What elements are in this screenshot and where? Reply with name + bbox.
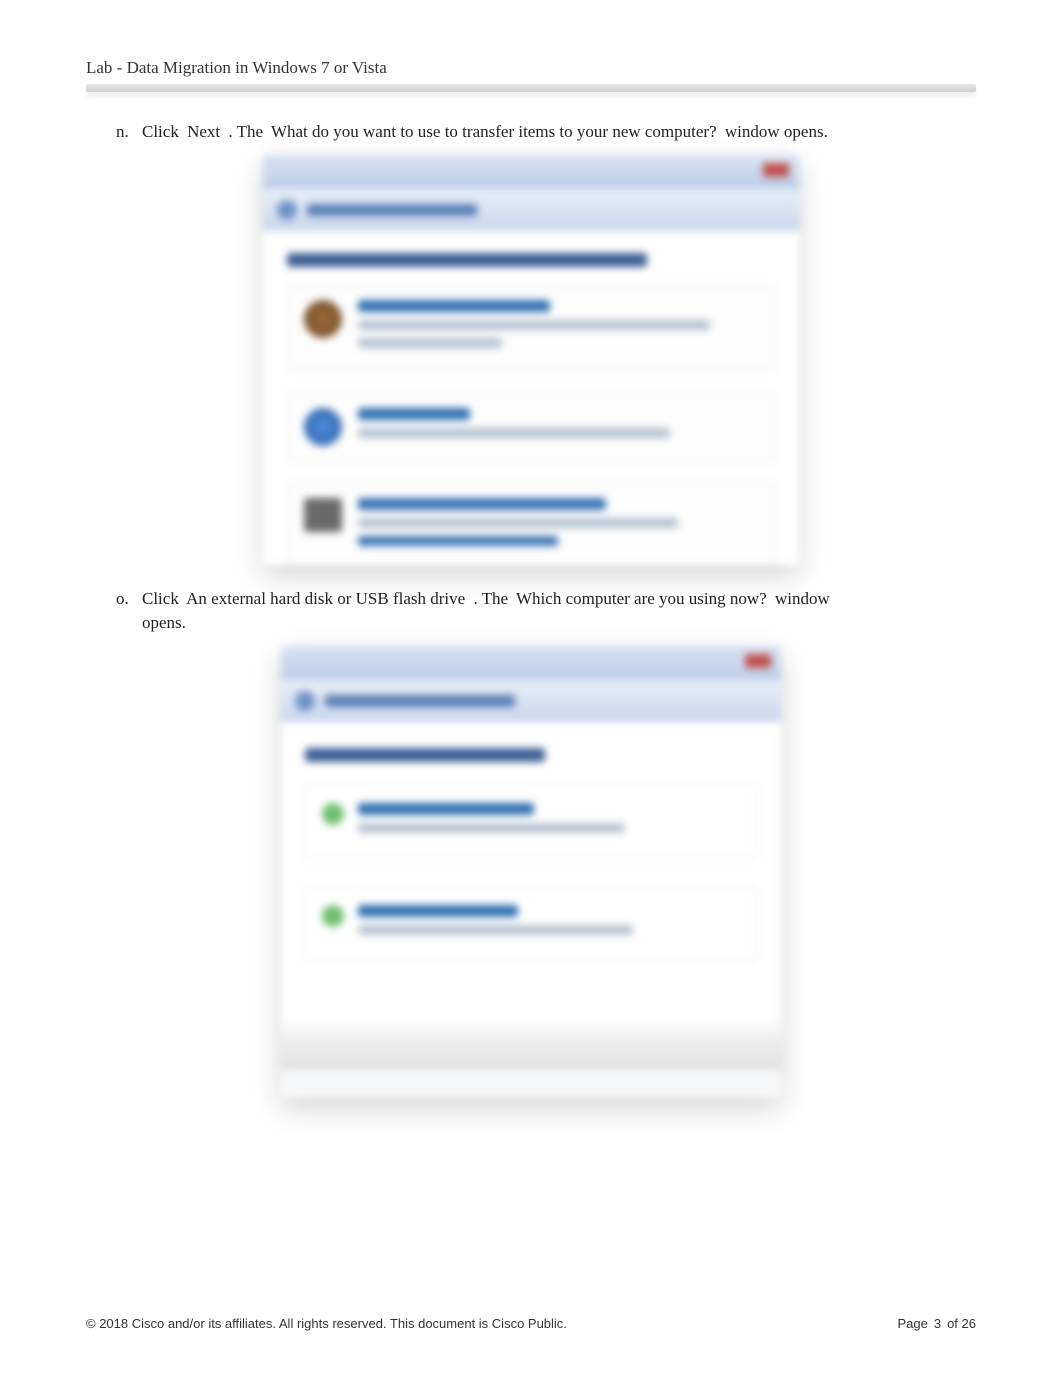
arrow-icon [322,905,344,927]
window-body [263,231,799,565]
window-name: Which computer are you using now? [516,589,771,608]
page-of: of 26 [947,1316,976,1331]
ui-label-next: Next [187,122,224,141]
back-icon [277,200,297,220]
title-divider [86,84,976,92]
option-text [358,803,740,841]
option-title-placeholder [358,408,470,420]
ui-label-external-drive: An external hard disk or USB flash drive [186,589,469,608]
option-title-placeholder [358,803,534,815]
window-titlebar [281,646,781,680]
option-text [358,905,740,943]
option-old-computer [305,886,757,962]
window-body [281,722,781,1022]
document-title: Lab - Data Migration in Windows 7 or Vis… [86,58,976,78]
option-desc-placeholder [358,518,678,528]
document-page: Lab - Data Migration in Windows 7 or Vis… [0,0,1062,1377]
step-marker: o. [116,587,142,636]
option-desc-placeholder [358,925,633,935]
option-desc-placeholder [358,536,558,546]
drive-icon [304,498,342,532]
arrow-icon [322,803,344,825]
step-o: o. Click An external hard disk or USB fl… [116,587,976,636]
back-icon [295,691,315,711]
page-footer: © 2018 Cisco and/or its affiliates. All … [86,1316,976,1331]
close-icon [745,654,771,668]
screenshot-2-container [86,646,976,1098]
question-heading-placeholder [305,748,545,762]
network-icon [304,408,342,446]
option-title-placeholder [358,905,518,917]
step-body: Click An external hard disk or USB flash… [142,587,976,636]
window-header [281,680,781,722]
option-text [358,300,758,356]
window-titlebar [263,155,799,189]
header-text-placeholder [325,695,515,707]
copyright-text: © 2018 Cisco and/or its affiliates. All … [86,1316,567,1331]
text: Click [142,589,183,608]
page-label: Page [897,1316,927,1331]
screenshot-transfer-method [263,155,799,565]
step-body: Click Next . The What do you want to use… [142,120,976,145]
option-desc-placeholder [358,823,625,833]
text: window [775,589,834,608]
option-title-placeholder [358,300,550,312]
option-network [287,393,775,461]
option-desc-placeholder [358,338,502,348]
option-text [358,408,758,446]
option-desc-placeholder [358,428,670,438]
question-heading-placeholder [287,253,647,267]
close-icon [763,163,789,177]
option-title-placeholder [358,498,606,510]
text: window opens. [725,122,832,141]
page-number: Page 3 of 26 [897,1316,976,1331]
window-footer [281,1034,781,1070]
screenshot-which-computer [281,646,781,1098]
step-marker: n. [116,120,142,145]
option-new-computer [305,784,757,860]
text: . The [228,122,267,141]
screenshot-1-container [86,155,976,565]
step-n: n. Click Next . The What do you want to … [116,120,976,145]
window-name: What do you want to use to transfer item… [271,122,721,141]
page-current: 3 [934,1316,941,1331]
text: Click [142,122,183,141]
option-text [358,498,758,554]
window-header [263,189,799,231]
text: opens. [142,613,190,632]
text: . The [473,589,512,608]
header-text-placeholder [307,204,477,216]
option-external-drive [287,483,775,565]
option-easy-transfer-cable [287,285,775,371]
cable-icon [304,300,342,338]
option-desc-placeholder [358,320,710,330]
